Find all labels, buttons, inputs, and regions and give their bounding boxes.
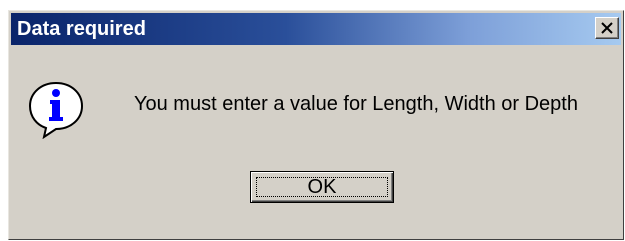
dialog-window: Data required You must enter a value for… — [8, 10, 624, 240]
close-button[interactable] — [595, 17, 619, 39]
info-icon — [26, 79, 86, 144]
ok-button[interactable]: OK — [250, 171, 394, 203]
dialog-message: You must enter a value for Length, Width… — [134, 93, 578, 115]
title-bar[interactable]: Data required — [11, 13, 621, 45]
window-title: Data required — [17, 18, 146, 40]
close-icon — [601, 22, 613, 34]
ok-button-label: OK — [307, 176, 337, 198]
